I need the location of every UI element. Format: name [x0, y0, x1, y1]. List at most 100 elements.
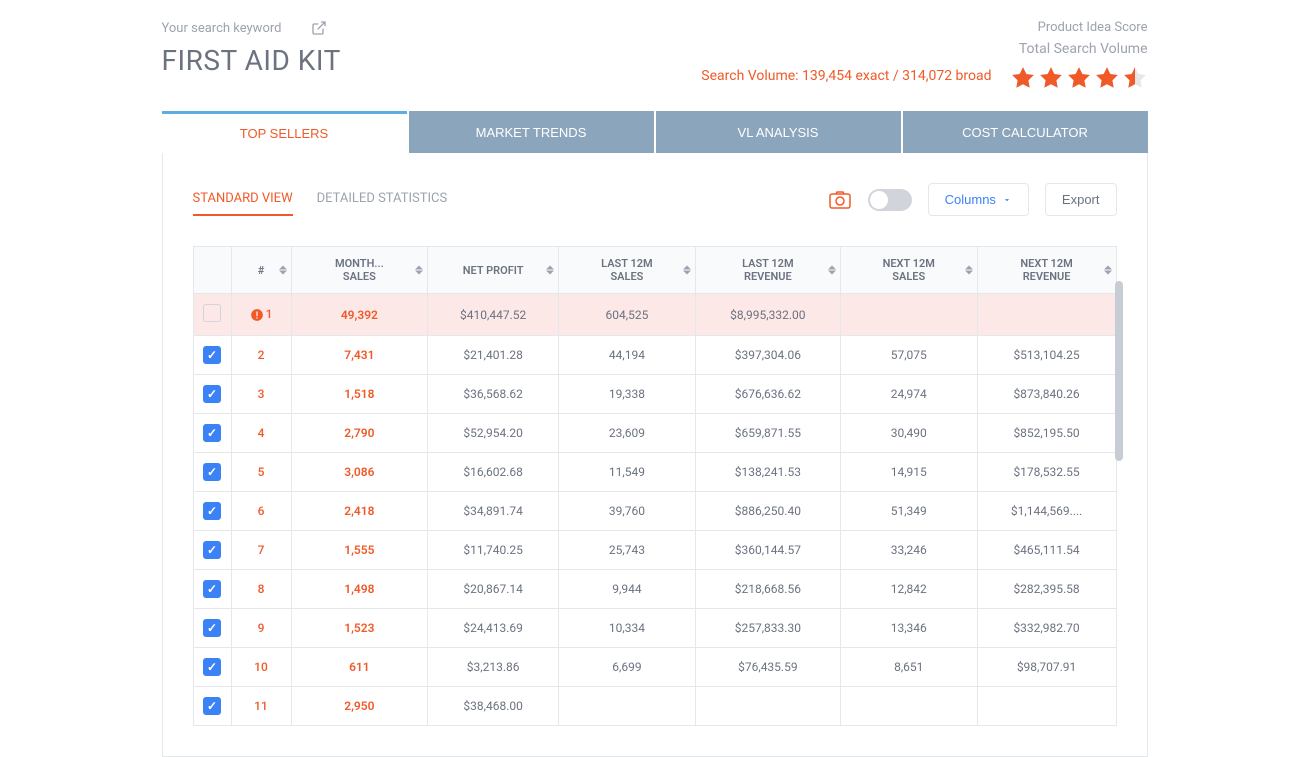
view-tabs: STANDARD VIEW DETAILED STATISTICS	[193, 183, 448, 216]
external-link-icon[interactable]	[311, 20, 327, 36]
sort-icon[interactable]	[1104, 266, 1112, 275]
warning-icon	[250, 308, 264, 322]
month-sales-cell: 7,431	[291, 336, 428, 375]
month-sales-cell: 2,418	[291, 492, 428, 531]
sort-icon[interactable]	[415, 266, 423, 275]
sort-icon[interactable]	[965, 266, 973, 275]
net-profit-cell: $24,413.69	[428, 609, 559, 648]
next12-sales-cell	[840, 687, 977, 726]
net-profit-cell: $21,401.28	[428, 336, 559, 375]
row-checkbox[interactable]	[203, 658, 221, 676]
row-checkbox[interactable]	[203, 385, 221, 403]
sort-icon[interactable]	[828, 266, 836, 275]
last12-rev-cell: $76,435.59	[695, 648, 840, 687]
row-checkbox-cell	[193, 414, 231, 453]
next12-rev-cell: $873,840.26	[977, 375, 1116, 414]
sort-icon[interactable]	[683, 266, 691, 275]
next12-sales-cell: 24,974	[840, 375, 977, 414]
view-tab-detailed-statistics[interactable]: DETAILED STATISTICS	[317, 183, 448, 216]
column-header[interactable]: #	[231, 247, 291, 294]
column-header[interactable]: LAST 12M SALES	[559, 247, 696, 294]
rank-cell: 5	[231, 453, 291, 492]
table-row: 27,431$21,401.2844,194$397,304.0657,075$…	[193, 336, 1116, 375]
next12-sales-cell: 30,490	[840, 414, 977, 453]
chevron-down-icon	[1002, 195, 1012, 205]
last12-sales-cell: 44,194	[559, 336, 696, 375]
scrollbar[interactable]	[1115, 281, 1123, 726]
row-checkbox-cell	[193, 609, 231, 648]
search-volume-label: Total Search Volume	[701, 41, 1147, 57]
rank-cell: 7	[231, 531, 291, 570]
sort-icon[interactable]	[279, 266, 287, 275]
last12-rev-cell: $257,833.30	[695, 609, 840, 648]
rank-cell: 6	[231, 492, 291, 531]
last12-sales-cell	[559, 687, 696, 726]
table-row: 42,790$52,954.2023,609$659,871.5530,490$…	[193, 414, 1116, 453]
next12-sales-cell: 8,651	[840, 648, 977, 687]
column-header[interactable]: MONTH... SALES	[291, 247, 428, 294]
next12-sales-cell: 51,349	[840, 492, 977, 531]
row-checkbox-cell	[193, 531, 231, 570]
row-checkbox[interactable]	[203, 304, 221, 322]
row-checkbox[interactable]	[203, 502, 221, 520]
month-sales-cell: 2,790	[291, 414, 428, 453]
last12-rev-cell: $218,668.56	[695, 570, 840, 609]
export-button[interactable]: Export	[1045, 183, 1117, 216]
column-header[interactable]: NET PROFIT	[428, 247, 559, 294]
next12-rev-cell	[977, 294, 1116, 336]
next12-rev-cell: $513,104.25	[977, 336, 1116, 375]
main-tabs: TOP SELLERSMARKET TRENDSVL ANALYSISCOST …	[162, 111, 1148, 153]
last12-rev-cell	[695, 687, 840, 726]
rank-cell: 3	[231, 375, 291, 414]
row-checkbox[interactable]	[203, 580, 221, 598]
next12-sales-cell: 33,246	[840, 531, 977, 570]
view-tab-standard-view[interactable]: STANDARD VIEW	[193, 183, 293, 216]
row-checkbox[interactable]	[203, 346, 221, 364]
column-header[interactable]: NEXT 12M REVENUE	[977, 247, 1116, 294]
columns-button[interactable]: Columns	[928, 183, 1029, 216]
rank-cell: 8	[231, 570, 291, 609]
next12-rev-cell: $852,195.50	[977, 414, 1116, 453]
table-row: 31,518$36,568.6219,338$676,636.6224,974$…	[193, 375, 1116, 414]
last12-rev-cell: $138,241.53	[695, 453, 840, 492]
row-checkbox-cell	[193, 453, 231, 492]
sort-icon[interactable]	[546, 266, 554, 275]
last12-rev-cell: $360,144.57	[695, 531, 840, 570]
row-checkbox-cell	[193, 570, 231, 609]
last12-rev-cell: $397,304.06	[695, 336, 840, 375]
product-score-label: Product Idea Score	[701, 20, 1147, 35]
tab-market-trends[interactable]: MARKET TRENDS	[409, 111, 654, 153]
month-sales-cell: 2,950	[291, 687, 428, 726]
row-checkbox-cell	[193, 375, 231, 414]
last12-sales-cell: 25,743	[559, 531, 696, 570]
next12-rev-cell	[977, 687, 1116, 726]
table-row: 112,950$38,468.00	[193, 687, 1116, 726]
row-checkbox[interactable]	[203, 424, 221, 442]
column-header[interactable]: NEXT 12M SALES	[840, 247, 977, 294]
star-half-icon	[1122, 65, 1148, 91]
net-profit-cell: $38,468.00	[428, 687, 559, 726]
rank-cell: 11	[231, 687, 291, 726]
tab-top-sellers[interactable]: TOP SELLERS	[162, 111, 407, 153]
table-row: 71,555$11,740.2525,743$360,144.5733,246$…	[193, 531, 1116, 570]
net-profit-cell: $3,213.86	[428, 648, 559, 687]
column-header[interactable]: LAST 12M REVENUE	[695, 247, 840, 294]
last12-rev-cell: $886,250.40	[695, 492, 840, 531]
last12-sales-cell: 10,334	[559, 609, 696, 648]
next12-rev-cell: $98,707.91	[977, 648, 1116, 687]
tab-cost-calculator[interactable]: COST CALCULATOR	[903, 111, 1148, 153]
last12-sales-cell: 604,525	[559, 294, 696, 336]
star-icon	[1094, 65, 1120, 91]
last12-rev-cell: $659,871.55	[695, 414, 840, 453]
row-checkbox[interactable]	[203, 541, 221, 559]
screenshot-icon[interactable]	[828, 188, 852, 212]
view-toggle[interactable]	[868, 189, 912, 211]
row-checkbox[interactable]	[203, 619, 221, 637]
month-sales-cell: 49,392	[291, 294, 428, 336]
rank-cell: 2	[231, 336, 291, 375]
row-checkbox[interactable]	[203, 463, 221, 481]
tab-vl-analysis[interactable]: VL ANALYSIS	[656, 111, 901, 153]
keyword-title: FIRST AID KIT	[162, 44, 702, 77]
next12-sales-cell: 14,915	[840, 453, 977, 492]
rank-cell: 10	[231, 648, 291, 687]
